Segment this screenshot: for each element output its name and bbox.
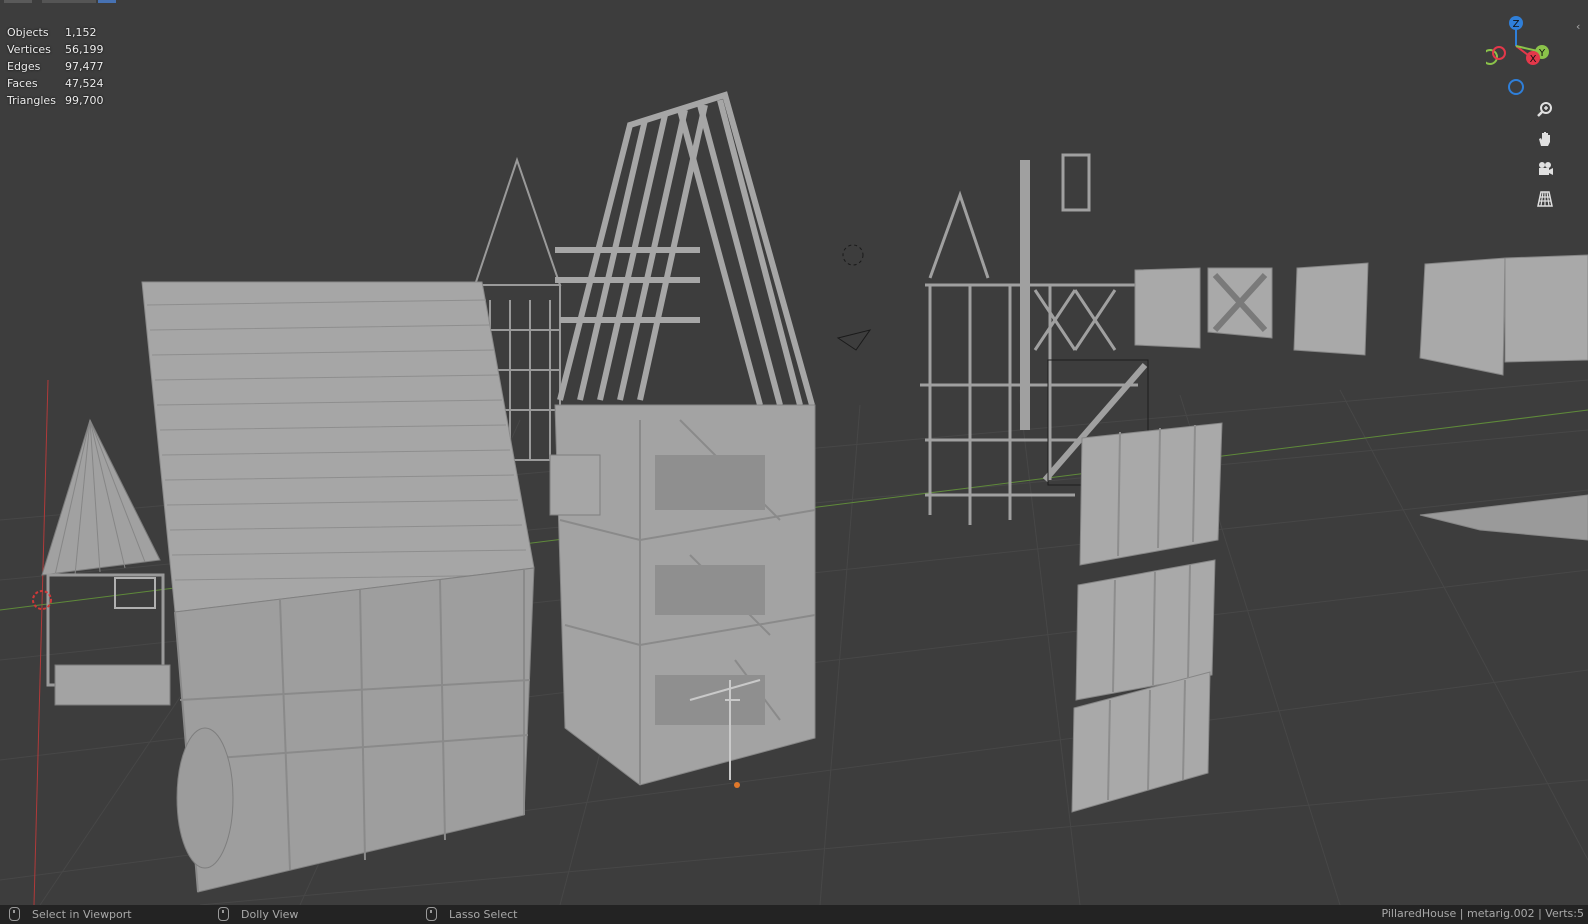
grid-ortho-icon[interactable] — [1531, 186, 1559, 212]
camera-icon[interactable] — [1531, 156, 1559, 182]
zoom-icon[interactable] — [1531, 97, 1559, 123]
status-select-hint: Select in Viewport — [9, 907, 132, 921]
3d-viewport[interactable]: Objects 1,152 Vertices 56,199 Edges 97,477 … — [0, 0, 1588, 905]
empty-object-icon[interactable] — [842, 244, 864, 266]
wall-panels — [1071, 254, 1588, 813]
x-axis-line — [33, 379, 49, 905]
svg-text:X: X — [1530, 54, 1537, 65]
tiled-roof-house — [141, 281, 535, 893]
stat-row-objects: Objects 1,152 — [7, 26, 97, 39]
stat-row-faces: Faces 47,524 — [7, 77, 104, 90]
mouse-left-icon — [9, 907, 20, 921]
status-bar: Select in Viewport Dolly View Lasso Sele… — [0, 905, 1588, 924]
svg-text:Z: Z — [1513, 19, 1520, 30]
timber-frame-tower — [549, 91, 816, 788]
stat-row-vertices: Vertices 56,199 — [7, 43, 104, 56]
status-scene-info: PillaredHouse | metarig.002 | Verts:5 — [1381, 907, 1584, 920]
header-remnant — [0, 0, 140, 3]
light-object-icon[interactable] — [836, 329, 872, 351]
navigation-gizmo[interactable]: Z Y X — [1486, 12, 1566, 102]
gazebo-tower — [41, 418, 171, 706]
scene-render[interactable] — [0, 0, 1588, 905]
hand-pan-icon[interactable] — [1531, 126, 1559, 152]
mouse-right-icon — [426, 907, 437, 921]
mouse-middle-icon — [218, 907, 229, 921]
status-lasso-hint: Lasso Select — [426, 907, 518, 921]
status-dolly-hint: Dolly View — [218, 907, 298, 921]
sidebar-toggle-icon[interactable]: ‹ — [1576, 20, 1586, 34]
gizmo-neg-z[interactable] — [1508, 79, 1524, 95]
stat-row-triangles: Triangles 99,700 — [7, 94, 104, 107]
stat-row-edges: Edges 97,477 — [7, 60, 104, 73]
scene-statistics: Objects 1,152 Vertices 56,199 Edges 97,477 … — [7, 24, 125, 109]
